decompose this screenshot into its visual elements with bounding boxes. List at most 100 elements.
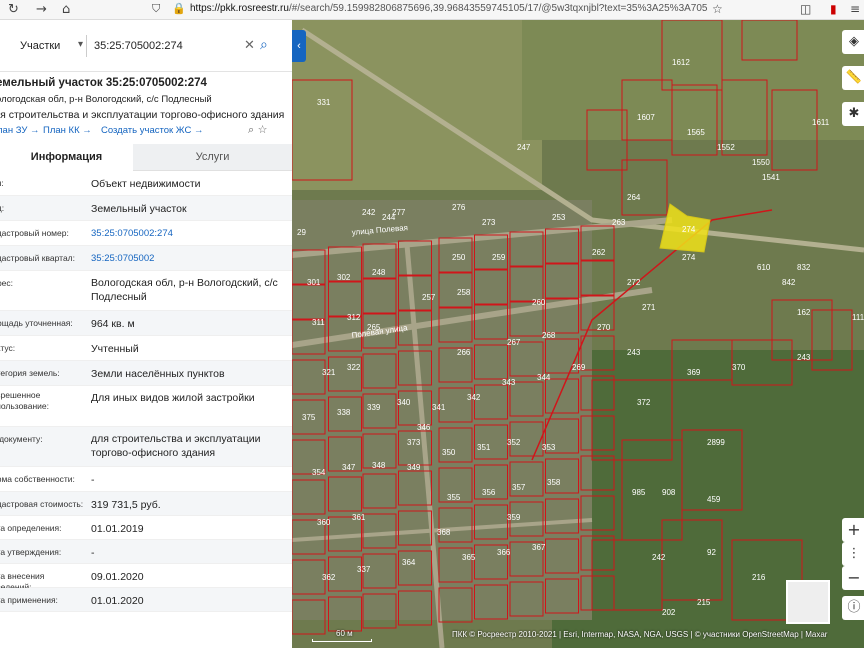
row-label: татус: [0, 343, 16, 353]
parcel-label: 370 [732, 363, 746, 372]
parcel-label: 216 [752, 573, 766, 582]
parcel-label: 257 [422, 293, 436, 302]
row-value: Учтенный [91, 343, 139, 355]
scale-label: 60 м [336, 629, 353, 638]
parcel-label: 273 [482, 218, 496, 227]
parcel-label: 350 [442, 448, 456, 457]
search-icon[interactable]: ⌕ [260, 37, 268, 53]
parcel-label: 250 [452, 253, 466, 262]
scale-bar [312, 639, 372, 642]
parcel-label: 1612 [672, 58, 690, 67]
browser-toolbar: ↻ → ⌂ ⛉ 🔒 https://pkk.rosreestr.ru/#/sea… [0, 0, 864, 20]
parcel-purpose: ля строительства и эксплуатации торгово-… [0, 109, 285, 121]
parcel-label: 1550 [752, 158, 770, 167]
search-input[interactable]: 35:25:705002:274 [94, 40, 234, 52]
parcel-label: 262 [592, 248, 606, 257]
parcel-label: 352 [507, 438, 521, 447]
parcel-label: 259 [492, 253, 506, 262]
zoom-out-button[interactable]: − [842, 566, 864, 590]
row-value: 964 кв. м [91, 318, 135, 330]
parcel-label: 331 [317, 98, 331, 107]
parcel-label: 842 [782, 278, 796, 287]
table-row: лощадь уточненная: 964 кв. м [0, 311, 292, 336]
row-value[interactable]: 35:25:0705002:274 [91, 227, 286, 241]
table-row: адастровый квартал: 35:25:0705002 [0, 246, 292, 271]
parcel-label: 373 [407, 438, 421, 447]
table-row: азрешенное спользование: Для иных видов ж… [0, 386, 292, 427]
parcel-label: 92 [707, 548, 716, 557]
tab-services[interactable]: Услуги [133, 144, 292, 171]
parcel-label: 248 [372, 268, 386, 277]
address-bar[interactable]: https://pkk.rosreestr.ru/#/search/59.159… [190, 3, 730, 14]
row-value: для строительства и эксплуатации торгово… [91, 433, 261, 459]
shield-icon[interactable]: ⛉ [152, 2, 160, 16]
row-label: адастровый квартал: [0, 253, 75, 263]
chevron-down-icon[interactable]: ▾ [78, 39, 83, 50]
parcel-label: 253 [552, 213, 566, 222]
parcel-label: 459 [707, 495, 721, 504]
search-bar: Участки ▾ 35:25:705002:274 ✕ ⌕ [0, 20, 292, 72]
parcel-label: 364 [402, 558, 416, 567]
basemap-switcher[interactable] [786, 580, 830, 624]
row-value: Объект недвижимости [91, 178, 201, 190]
parcel-label: 272 [627, 278, 641, 287]
parcel-label: 348 [372, 461, 386, 470]
create-parcel-link[interactable]: Создать участок ЖС → [101, 125, 203, 136]
parcel-label: 337 [357, 565, 371, 574]
plan-kk-link[interactable]: План КК → [43, 125, 92, 136]
row-label: атегория земель: [0, 368, 60, 378]
settings-icon[interactable]: ✱ [842, 102, 864, 126]
parcel-label: 1552 [717, 143, 735, 152]
parcel-label: 908 [662, 488, 676, 497]
parcel-label: 312 [347, 313, 361, 322]
table-row: ип: Объект недвижимости [0, 171, 292, 196]
map-view[interactable]: 274 331 1612 1607 1565 1552 1611 1550 1541 247 264… [292, 20, 864, 648]
ruler-icon[interactable]: 📏 [842, 66, 864, 90]
parcel-label: 162 [797, 308, 811, 317]
parcel-label: 360 [317, 518, 331, 527]
forward-icon[interactable]: → [36, 2, 47, 17]
collapse-panel-button[interactable]: ‹ [292, 30, 306, 62]
parcel-label: 215 [697, 598, 711, 607]
layers-icon[interactable]: ◈ [842, 30, 864, 54]
close-icon[interactable]: ✕ [244, 38, 255, 53]
parcel-label-highlighted: 274 [682, 225, 696, 234]
menu-icon[interactable]: ≡ [850, 2, 860, 16]
search-divider [86, 35, 87, 57]
parcel-label: 277 [392, 208, 406, 217]
zoom-to-icon[interactable]: ⌕ [248, 123, 254, 136]
zoom-in-button[interactable]: + [842, 518, 864, 542]
reload-icon[interactable]: ↻ [8, 2, 19, 17]
parcel-label: 368 [437, 528, 451, 537]
parcel-label: 267 [507, 338, 521, 347]
bookmark-star-icon[interactable]: ☆ [712, 2, 723, 16]
more-icon[interactable]: ⋮ [842, 542, 864, 566]
table-row: татус: Учтенный [0, 336, 292, 361]
parcel-label: 260 [532, 298, 546, 307]
parcel-label: 264 [627, 193, 641, 202]
lock-icon[interactable]: 🔒 [172, 2, 186, 15]
table-row: адастровый номер: 35:25:0705002:274 [0, 221, 292, 246]
parcel-label: 321 [322, 368, 336, 377]
search-type-select[interactable]: Участки [20, 40, 60, 52]
home-icon[interactable]: ⌂ [62, 2, 70, 17]
row-value[interactable]: 35:25:0705002 [91, 252, 286, 266]
parcel-label: 1117 [852, 313, 864, 322]
parcel-label: 242 [652, 553, 666, 562]
row-value: Земельный участок [91, 203, 187, 215]
plan-zu-link[interactable]: лан ЗУ → [0, 125, 40, 136]
row-label: о документу: [0, 434, 43, 444]
parcel-label: 270 [597, 323, 611, 332]
parcel-label: 263 [612, 218, 626, 227]
parcel-label: 1541 [762, 173, 780, 182]
info-icon[interactable]: ⓘ [842, 596, 864, 620]
row-value: - [91, 547, 95, 559]
table-row: дрес: Вологодская обл, р-н Вологодский, с… [0, 271, 292, 311]
flag-icon[interactable]: ▮ [830, 2, 837, 16]
info-panel: Участки ▾ 35:25:705002:274 ✕ ⌕ емельный … [0, 20, 292, 648]
favorite-star-icon[interactable]: ☆ [258, 123, 268, 136]
tab-information[interactable]: Информация [0, 144, 133, 171]
parcel-label: 358 [547, 478, 561, 487]
extension-icon[interactable]: ◫ [800, 2, 811, 16]
table-row: о документу: для строительства и эксплуат… [0, 427, 292, 467]
